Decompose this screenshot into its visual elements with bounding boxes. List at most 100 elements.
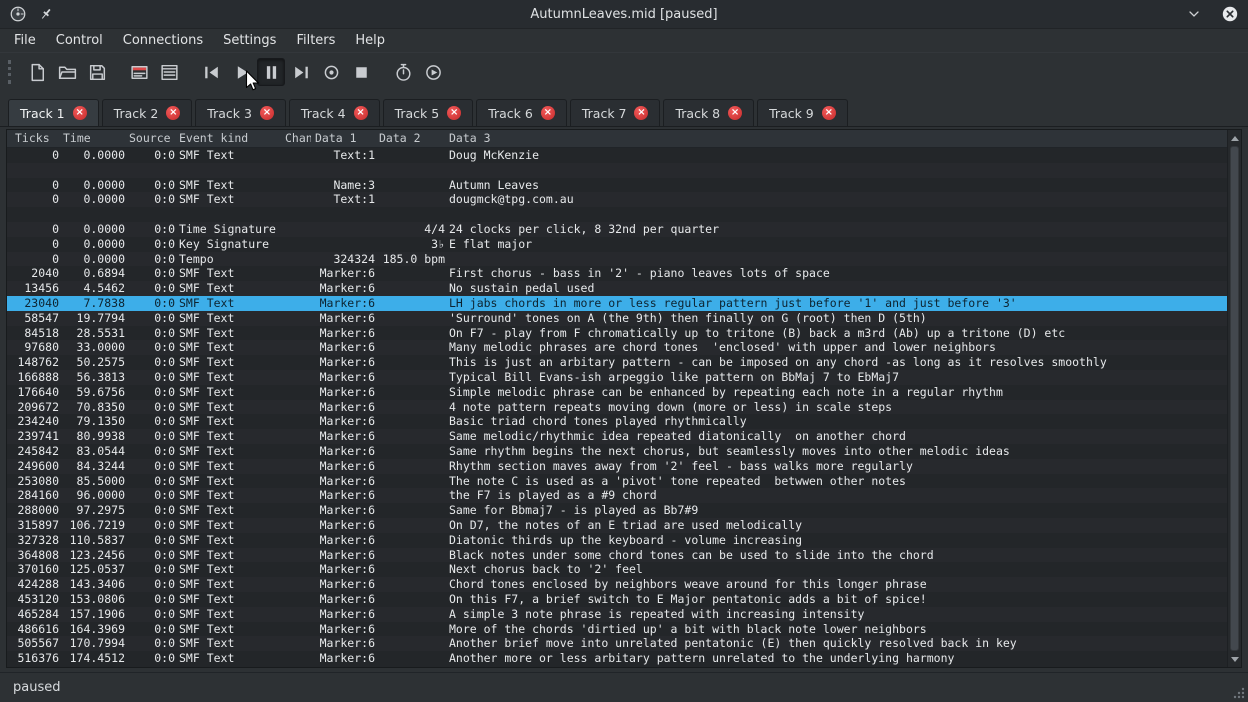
loop-play-button[interactable]: [419, 58, 447, 86]
tab-close-icon[interactable]: ×: [166, 106, 180, 120]
table-row[interactable]: 134564.54620:0SMF TextMarker:6No sustain…: [7, 281, 1227, 296]
table-row[interactable]: 327328110.58370:0SMF TextMarker:6Diatoni…: [7, 533, 1227, 548]
tab-track-6[interactable]: Track 6×: [476, 99, 567, 126]
table-row[interactable]: 00.00000:0SMF TextText:1Doug McKenzie: [7, 148, 1227, 163]
cell-kind: SMF Text: [179, 355, 281, 370]
cell-ticks: 23040: [15, 296, 59, 311]
save-file-button[interactable]: [83, 58, 111, 86]
cell-data1: Marker:6: [315, 311, 375, 326]
cell-source: 0:0: [129, 148, 175, 163]
table-row[interactable]: 23424079.13500:0SMF TextMarker:6Basic tr…: [7, 414, 1227, 429]
column-header-ticks[interactable]: Ticks: [15, 130, 59, 147]
column-header-time[interactable]: Time: [63, 130, 125, 147]
tab-track-7[interactable]: Track 7×: [570, 99, 661, 126]
titlebar[interactable]: AutumnLeaves.mid [paused]: [0, 0, 1248, 29]
table-row[interactable]: 24960084.32440:0SMF TextMarker:6Rhythm s…: [7, 459, 1227, 474]
column-header-data-2[interactable]: Data 2: [379, 130, 445, 147]
menu-item-settings[interactable]: Settings: [213, 29, 286, 52]
table-row[interactable]: 23974180.99380:0SMF TextMarker:6Same mel…: [7, 429, 1227, 444]
tab-track-4[interactable]: Track 4×: [289, 99, 380, 126]
table-row[interactable]: 20400.68940:0SMF TextMarker:6First choru…: [7, 266, 1227, 281]
table-row[interactable]: 14876250.25750:0SMF TextMarker:6This is …: [7, 355, 1227, 370]
table-row-selected[interactable]: 230407.78380:0SMF TextMarker:6LH jabs ch…: [7, 296, 1227, 311]
table-row[interactable]: 486616164.39690:0SMF TextMarker:6More of…: [7, 622, 1227, 637]
event-list-button[interactable]: [155, 58, 183, 86]
tab-close-icon[interactable]: ×: [728, 106, 742, 120]
table-row[interactable]: [7, 207, 1227, 222]
table-row[interactable]: 17664059.67560:0SMF TextMarker:6Simple m…: [7, 385, 1227, 400]
table-row[interactable]: 28416096.00000:0SMF TextMarker:6the F7 i…: [7, 488, 1227, 503]
play-button[interactable]: [227, 58, 255, 86]
menu-item-file[interactable]: File: [4, 29, 46, 52]
table-row[interactable]: 25308085.50000:0SMF TextMarker:6The note…: [7, 474, 1227, 489]
record-button[interactable]: [317, 58, 345, 86]
table-row[interactable]: 465284157.19060:0SMF TextMarker:6A simpl…: [7, 607, 1227, 622]
tab-close-icon[interactable]: ×: [260, 106, 274, 120]
table-row[interactable]: 24584283.05440:0SMF TextMarker:6Same rhy…: [7, 444, 1227, 459]
tab-track-1[interactable]: Track 1×: [8, 99, 99, 126]
tab-track-9[interactable]: Track 9×: [757, 99, 848, 126]
table-row[interactable]: 00.00000:0SMF TextText:1dougmck@tpg.com.…: [7, 192, 1227, 207]
table-row[interactable]: 505567170.79940:0SMF TextMarker:6Another…: [7, 636, 1227, 651]
tab-close-icon[interactable]: ×: [447, 106, 461, 120]
record-smf-button[interactable]: [125, 58, 153, 86]
cell-data3: Chord tones enclosed by neighbors weave …: [449, 577, 1223, 592]
table-row[interactable]: 16688856.38130:0SMF TextMarker:6Typical …: [7, 370, 1227, 385]
timer-button[interactable]: [389, 58, 417, 86]
resize-grip[interactable]: [1230, 684, 1246, 700]
tab-track-5[interactable]: Track 5×: [383, 99, 474, 126]
chevron-down-icon: [1186, 6, 1202, 22]
menu-item-control[interactable]: Control: [46, 29, 113, 52]
table-row[interactable]: 516376174.45120:0SMF TextMarker:6Another…: [7, 651, 1227, 666]
tab-track-2[interactable]: Track 2×: [102, 99, 193, 126]
tab-close-icon[interactable]: ×: [73, 106, 87, 120]
vertical-scrollbar[interactable]: [1227, 130, 1241, 667]
column-header-event-kind[interactable]: Event kind: [179, 130, 281, 147]
scroll-up-button[interactable]: [1228, 131, 1242, 145]
tab-close-icon[interactable]: ×: [541, 106, 555, 120]
table-row[interactable]: 364808123.24560:0SMF TextMarker:6Black n…: [7, 548, 1227, 563]
cell-data1: Marker:6: [315, 622, 375, 637]
table-row[interactable]: 370160125.05370:0SMF TextMarker:6Next ch…: [7, 562, 1227, 577]
toolbar-drag-handle[interactable]: [8, 60, 15, 84]
tab-close-icon[interactable]: ×: [634, 106, 648, 120]
pause-button[interactable]: [257, 58, 285, 86]
table-row[interactable]: 315897106.72190:0SMF TextMarker:6On D7, …: [7, 518, 1227, 533]
menu-item-filters[interactable]: Filters: [286, 29, 345, 52]
table-row[interactable]: 00.00000:0Key Signature3♭E flat major: [7, 237, 1227, 252]
table-row[interactable]: 8451828.55310:0SMF TextMarker:6On F7 - p…: [7, 326, 1227, 341]
column-header-chan[interactable]: Chan: [285, 130, 311, 147]
table-row[interactable]: 00.00000:0SMF TextName:3Autumn Leaves: [7, 178, 1227, 193]
skip-to-end-button[interactable]: [287, 58, 315, 86]
scroll-down-button[interactable]: [1228, 652, 1242, 666]
table-row[interactable]: 00.00000:0Time Signature4/424 clocks per…: [7, 222, 1227, 237]
table-row[interactable]: 28800097.29750:0SMF TextMarker:6Same for…: [7, 503, 1227, 518]
column-header-source[interactable]: Source: [129, 130, 175, 147]
stop-button[interactable]: [347, 58, 375, 86]
scrollbar-thumb[interactable]: [1230, 146, 1239, 651]
close-window-button[interactable]: [1220, 4, 1240, 24]
tab-track-8[interactable]: Track 8×: [663, 99, 754, 126]
cell-chan: [285, 340, 311, 355]
pin-icon[interactable]: [36, 4, 56, 24]
skip-to-start-button[interactable]: [197, 58, 225, 86]
table-row[interactable]: 5854719.77940:0SMF TextMarker:6'Surround…: [7, 311, 1227, 326]
shade-window-button[interactable]: [1184, 4, 1204, 24]
menu-item-help[interactable]: Help: [345, 29, 395, 52]
table-row[interactable]: 20967270.83500:0SMF TextMarker:64 note p…: [7, 400, 1227, 415]
new-file-button[interactable]: [23, 58, 51, 86]
tab-close-icon[interactable]: ×: [354, 106, 368, 120]
table-row[interactable]: 9768033.00000:0SMF TextMarker:6Many melo…: [7, 340, 1227, 355]
table-row[interactable]: 00.00000:0Tempo324324185.0 bpm: [7, 252, 1227, 267]
column-header-data-3[interactable]: Data 3: [449, 130, 1223, 147]
app-icon[interactable]: [8, 4, 28, 24]
column-header-data-1[interactable]: Data 1: [315, 130, 375, 147]
menu-item-connections[interactable]: Connections: [113, 29, 213, 52]
timer-icon: [393, 62, 414, 83]
table-row[interactable]: 453120153.08060:0SMF TextMarker:6On this…: [7, 592, 1227, 607]
tab-track-3[interactable]: Track 3×: [195, 99, 286, 126]
table-row[interactable]: [7, 163, 1227, 178]
tab-close-icon[interactable]: ×: [822, 106, 836, 120]
open-file-button[interactable]: [53, 58, 81, 86]
table-row[interactable]: 424288143.34060:0SMF TextMarker:6Chord t…: [7, 577, 1227, 592]
